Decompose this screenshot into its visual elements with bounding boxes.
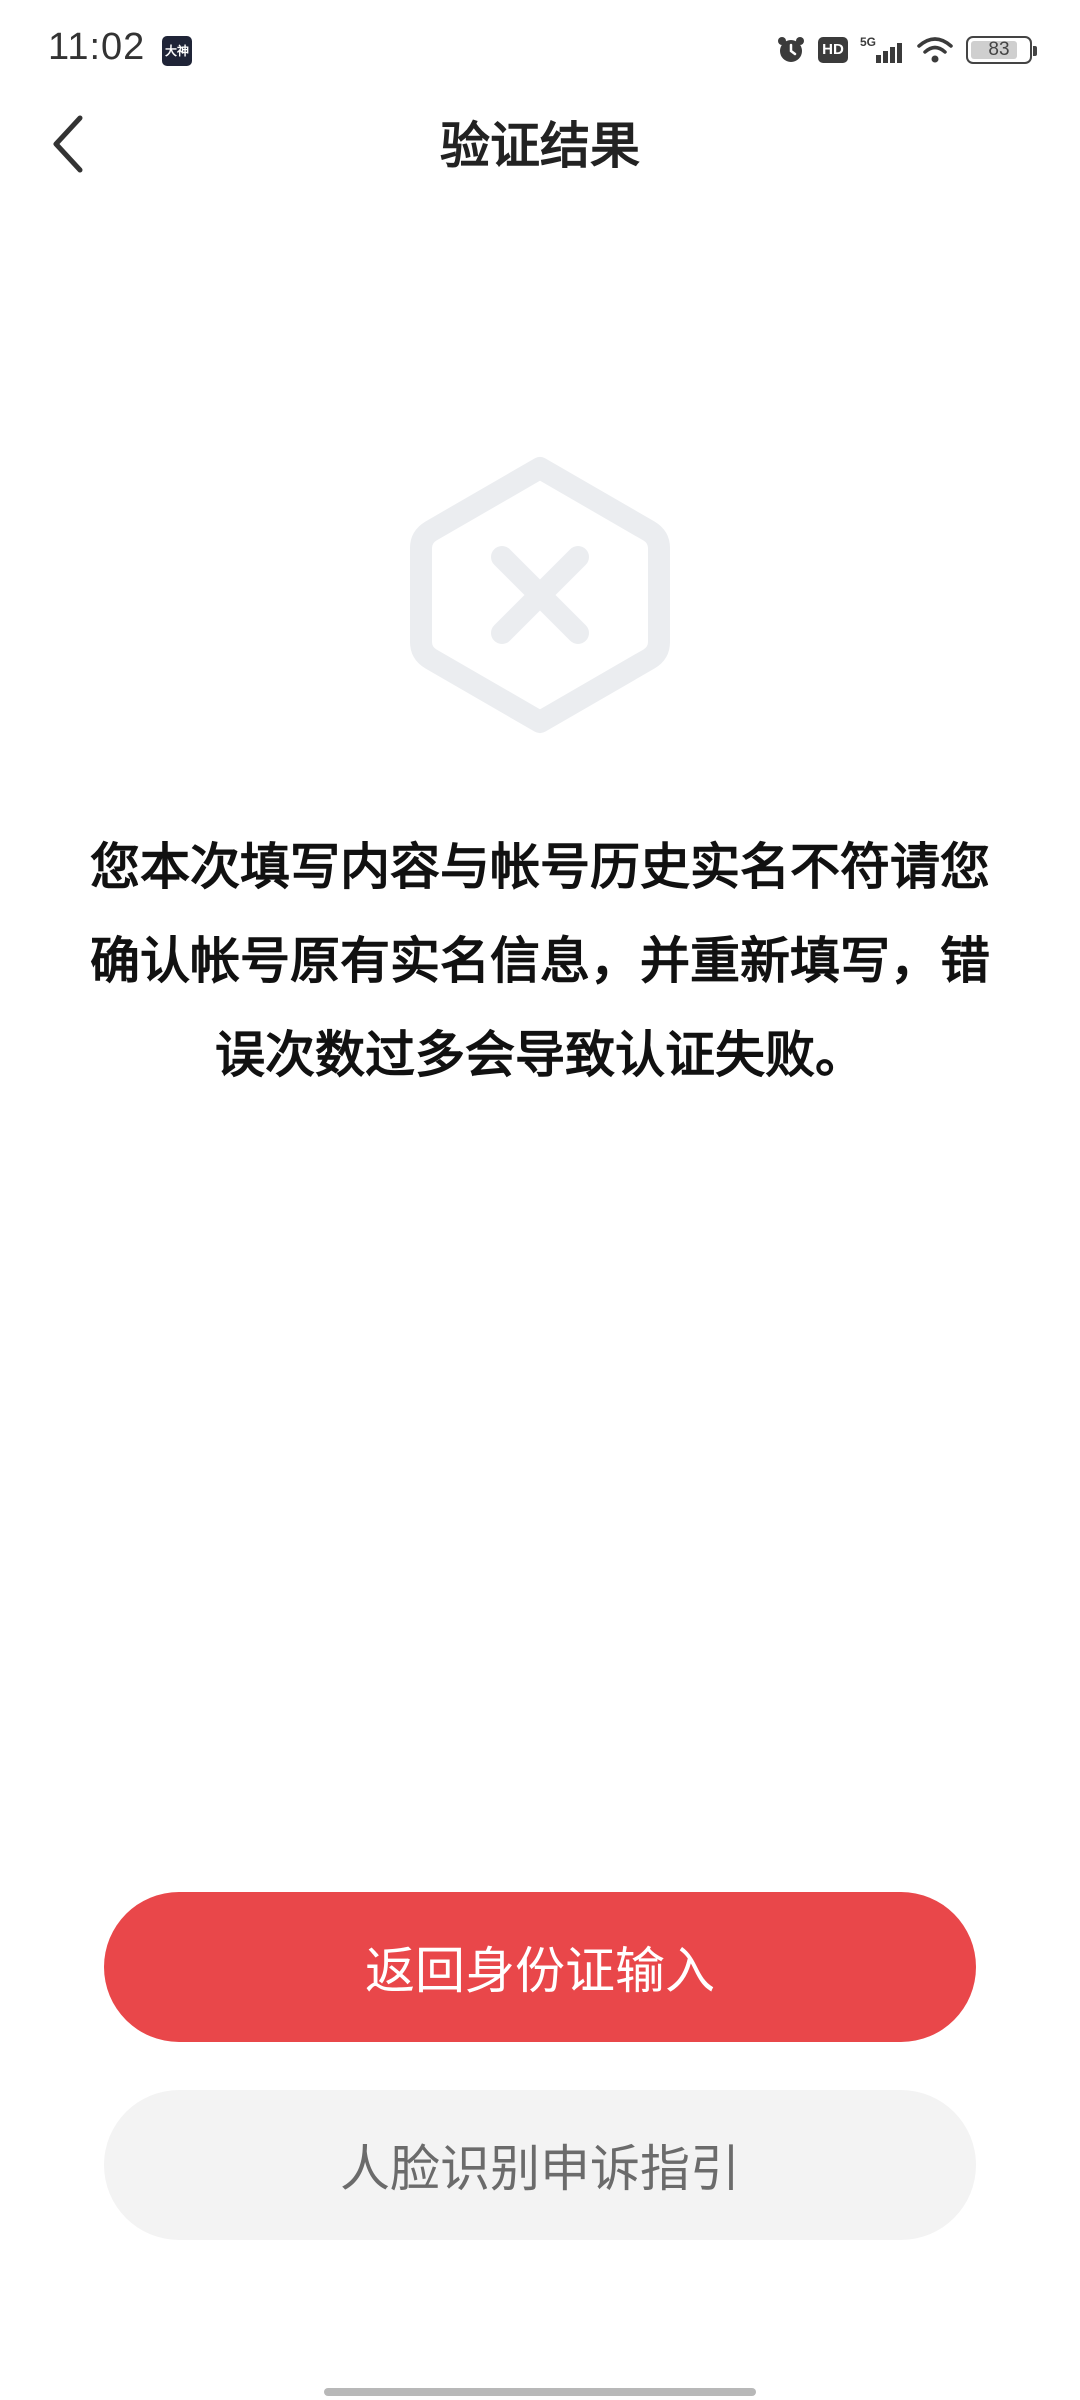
app-notification-badge: 大神: [162, 36, 192, 66]
return-id-input-button[interactable]: 返回身份证输入: [104, 1892, 976, 2042]
face-recognition-appeal-guide-button[interactable]: 人脸识别申诉指引: [104, 2090, 976, 2240]
home-indicator[interactable]: [324, 2388, 756, 2396]
battery-level: 83: [988, 39, 1010, 60]
alarm-icon: [776, 35, 806, 65]
wifi-icon: [916, 35, 954, 65]
header: 验证结果: [0, 100, 1080, 192]
hd-volte-icon: HD: [818, 37, 848, 63]
error-hexagon-icon: [405, 450, 675, 740]
status-icons: HD 5G 83: [776, 28, 1037, 72]
status-time: 11:02: [48, 26, 146, 68]
page-title: 验证结果: [440, 117, 640, 175]
network-type-label: 5G: [860, 35, 876, 49]
battery-icon: 83: [966, 36, 1037, 64]
battery-cap: [1033, 46, 1037, 56]
signal-5g-icon: 5G: [860, 35, 904, 65]
result-message: 您本次填写内容与帐号历史实名不符请您确认帐号原有实名信息，并重新填写，错误次数过…: [90, 838, 990, 1084]
status-bar: 11:02 大神 HD 5G 83: [0, 0, 1080, 100]
